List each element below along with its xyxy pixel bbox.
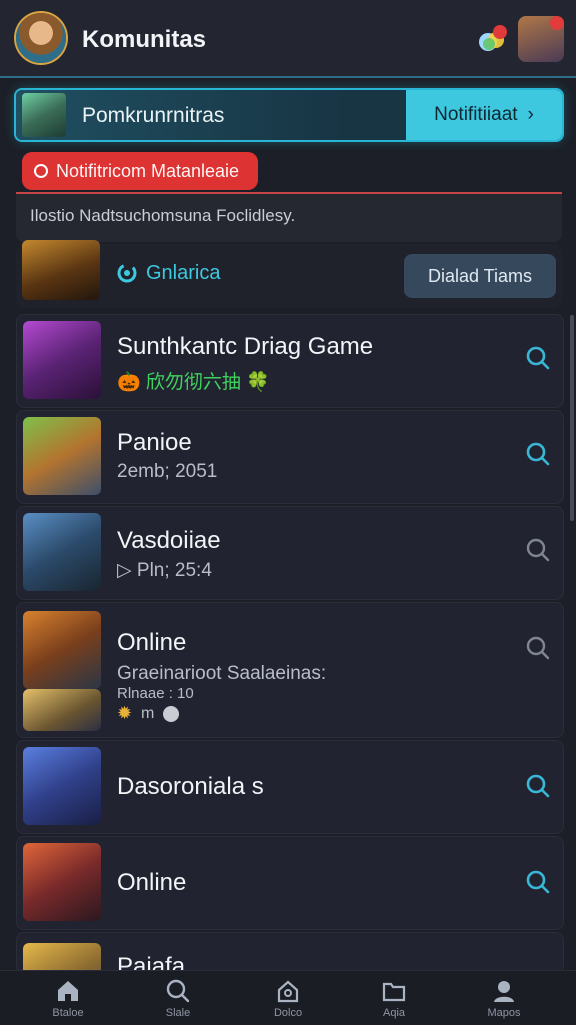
nav-profile[interactable]: Mapos bbox=[464, 977, 544, 1019]
info-text: Ilostio Nadtsuchomsuna Foclidlesy. bbox=[30, 206, 296, 225]
info-panel: Ilostio Nadtsuchomsuna Foclidlesy. bbox=[16, 192, 562, 242]
profile-icon[interactable] bbox=[518, 16, 564, 62]
game-title: Online bbox=[117, 869, 187, 896]
game-subtitle: 🎃 欣勿彻六抽 🍀 bbox=[117, 372, 270, 393]
nav-label: Slale bbox=[165, 1007, 191, 1019]
sun-icon: ✹ bbox=[117, 703, 133, 723]
game-subtitle: Graeinarioot Saalaeinas: bbox=[117, 663, 327, 684]
search-icon[interactable] bbox=[525, 635, 551, 661]
featured-row[interactable]: Gnlarica Dialad Tiams bbox=[16, 240, 562, 308]
game-title: Online bbox=[117, 629, 187, 656]
nav-folder[interactable]: Aqia bbox=[354, 977, 434, 1019]
game-thumbnail bbox=[23, 611, 101, 689]
game-thumbnail bbox=[23, 747, 101, 825]
dialed-teams-button[interactable]: Dialad Tiams bbox=[404, 254, 556, 298]
game-title: Vasdoiiae bbox=[117, 527, 221, 554]
game-thumbnail bbox=[23, 321, 101, 399]
house-alt-icon bbox=[277, 980, 299, 1003]
clock-icon bbox=[163, 706, 179, 722]
search-icon[interactable] bbox=[525, 869, 551, 895]
nav-search[interactable]: Slale bbox=[138, 977, 218, 1019]
featured-thumbnail bbox=[22, 240, 100, 300]
game-subtitle: ▷ Pln; 25:4 bbox=[117, 560, 212, 581]
alert-dot-icon bbox=[34, 164, 48, 178]
list-item[interactable]: Online bbox=[16, 836, 564, 930]
list-item[interactable]: Pajafa bbox=[16, 932, 564, 974]
game-title: Sunthkantc Driag Game bbox=[117, 333, 374, 360]
banner-title: Pomkrunrnitras bbox=[82, 104, 225, 127]
chevron-right-icon: › bbox=[527, 104, 534, 125]
game-subtitle: 2emb; 2051 bbox=[117, 461, 218, 482]
notification-badge bbox=[550, 16, 564, 30]
alert-label: Notifitricom Matanleaie bbox=[56, 160, 240, 181]
nav-label: Dolco bbox=[273, 1007, 303, 1019]
game-thumbnail-secondary bbox=[23, 689, 101, 731]
notification-button[interactable]: Notifitiiaat › bbox=[406, 90, 562, 140]
page-title: Komunitas bbox=[82, 26, 207, 53]
game-title: Panioe bbox=[117, 429, 192, 456]
bottom-nav: Btaloe Slale Dolco Aqia Mapos bbox=[0, 970, 576, 1025]
list-item[interactable]: Panioe 2emb; 2051 bbox=[16, 410, 564, 504]
home-icon bbox=[58, 981, 78, 1001]
game-title: Dasoroniala s bbox=[117, 773, 264, 800]
community-banner[interactable]: Pomkrunrnitras Notifitiiaat › bbox=[16, 90, 562, 140]
search-icon bbox=[166, 979, 190, 1003]
spinner-icon bbox=[117, 263, 137, 283]
community-thumbnail bbox=[22, 93, 66, 137]
folder-icon bbox=[382, 982, 406, 1002]
nav-home[interactable]: Btaloe bbox=[28, 977, 108, 1019]
game-thumbnail bbox=[23, 843, 101, 921]
list-item[interactable]: Vasdoiiae ▷ Pln; 25:4 bbox=[16, 506, 564, 600]
notification-button-label: Notifitiiaat bbox=[434, 104, 518, 125]
game-thumbnail bbox=[23, 513, 101, 591]
list-item[interactable]: Sunthkantc Driag Game 🎃 欣勿彻六抽 🍀 bbox=[16, 314, 564, 408]
list-item[interactable]: Dasoroniala s bbox=[16, 740, 564, 834]
nav-label: Aqia bbox=[382, 1007, 406, 1019]
nav-dolco[interactable]: Dolco bbox=[248, 977, 328, 1019]
avatar[interactable] bbox=[16, 13, 66, 63]
top-bar: Komunitas bbox=[0, 0, 576, 78]
game-thumbnail bbox=[23, 417, 101, 495]
game-extra: Rlnaae : 10 bbox=[117, 685, 194, 702]
nav-label: Mapos bbox=[487, 1007, 521, 1019]
game-extra-2: m bbox=[141, 705, 155, 722]
search-icon[interactable] bbox=[525, 773, 551, 799]
list-item[interactable]: Online Graeinarioot Saalaeinas: Rlnaae :… bbox=[16, 602, 564, 738]
scrollbar[interactable] bbox=[570, 315, 574, 521]
featured-name: Gnlarica bbox=[146, 262, 221, 284]
chat-bubbles-icon[interactable] bbox=[476, 22, 510, 56]
alert-pill[interactable]: Notifitricom Matanleaie bbox=[22, 152, 258, 190]
search-icon[interactable] bbox=[525, 345, 551, 371]
nav-label: Btaloe bbox=[52, 1007, 84, 1019]
profile-icon bbox=[494, 981, 514, 1002]
search-icon[interactable] bbox=[525, 537, 551, 563]
search-icon[interactable] bbox=[525, 441, 551, 467]
